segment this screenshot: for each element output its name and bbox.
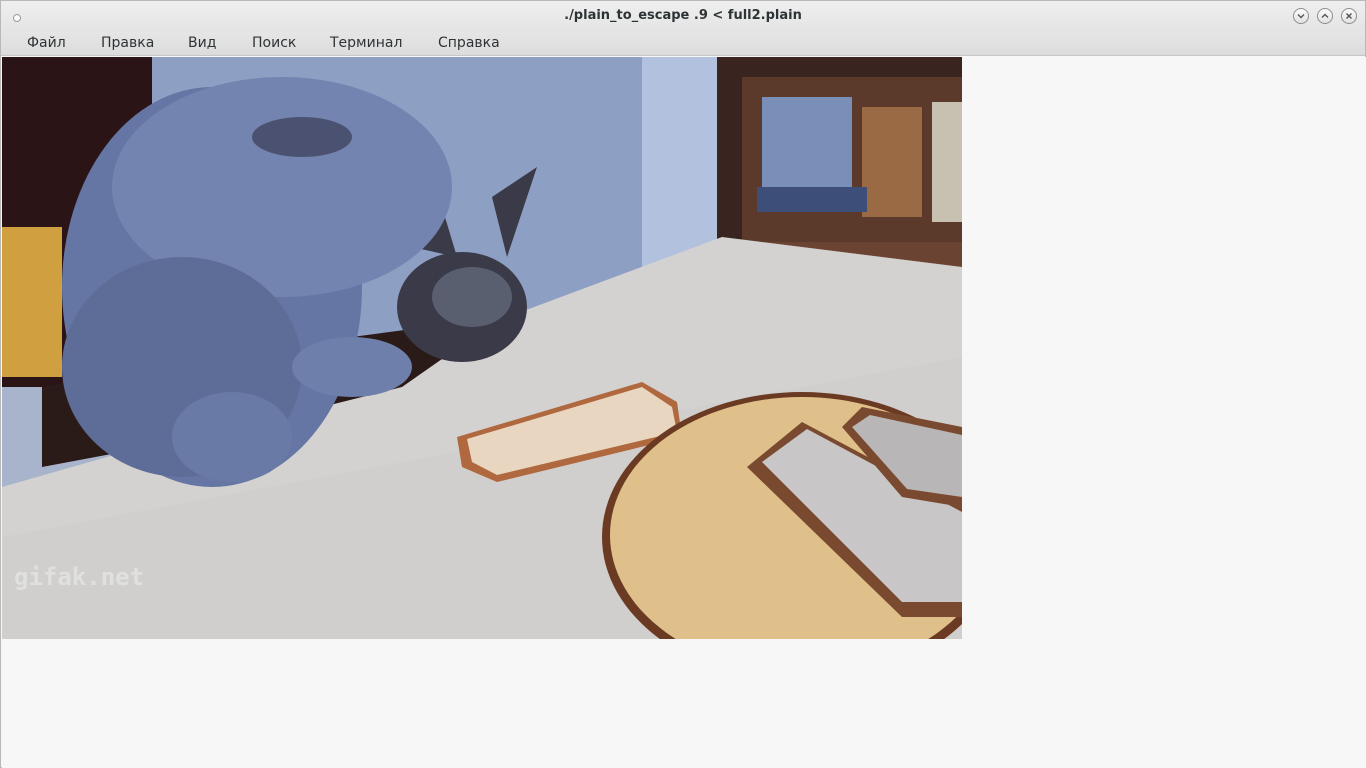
terminal-window: ./plain_to_escape .9 < full2.plain Файл … — [0, 0, 1366, 768]
menu-terminal[interactable]: Терминал — [327, 34, 405, 52]
chevron-down-icon — [1297, 14, 1305, 19]
chevron-up-icon — [1321, 13, 1329, 18]
menu-view[interactable]: Вид — [185, 34, 219, 52]
maximize-button[interactable] — [1317, 8, 1333, 24]
menu-file[interactable]: Файл — [24, 34, 69, 52]
close-button[interactable] — [1341, 8, 1357, 24]
minimize-button[interactable] — [1293, 8, 1309, 24]
terminal-content[interactable]: gifak.net — [2, 57, 1366, 768]
menu-edit[interactable]: Правка — [98, 34, 157, 52]
menu-help[interactable]: Справка — [435, 34, 503, 52]
menu-bar: Файл Правка Вид Поиск Терминал Справка — [1, 31, 1365, 56]
window-controls — [1293, 8, 1357, 24]
close-icon — [1346, 13, 1352, 19]
window-title: ./plain_to_escape .9 < full2.plain — [564, 8, 802, 23]
menu-search[interactable]: Поиск — [249, 34, 299, 52]
cat-bread-picture: gifak.net — [2, 57, 962, 639]
watermark-text: gifak.net — [14, 563, 144, 591]
title-bar[interactable]: ./plain_to_escape .9 < full2.plain — [1, 1, 1365, 31]
terminal-ascii-picture: gifak.net — [2, 57, 962, 639]
